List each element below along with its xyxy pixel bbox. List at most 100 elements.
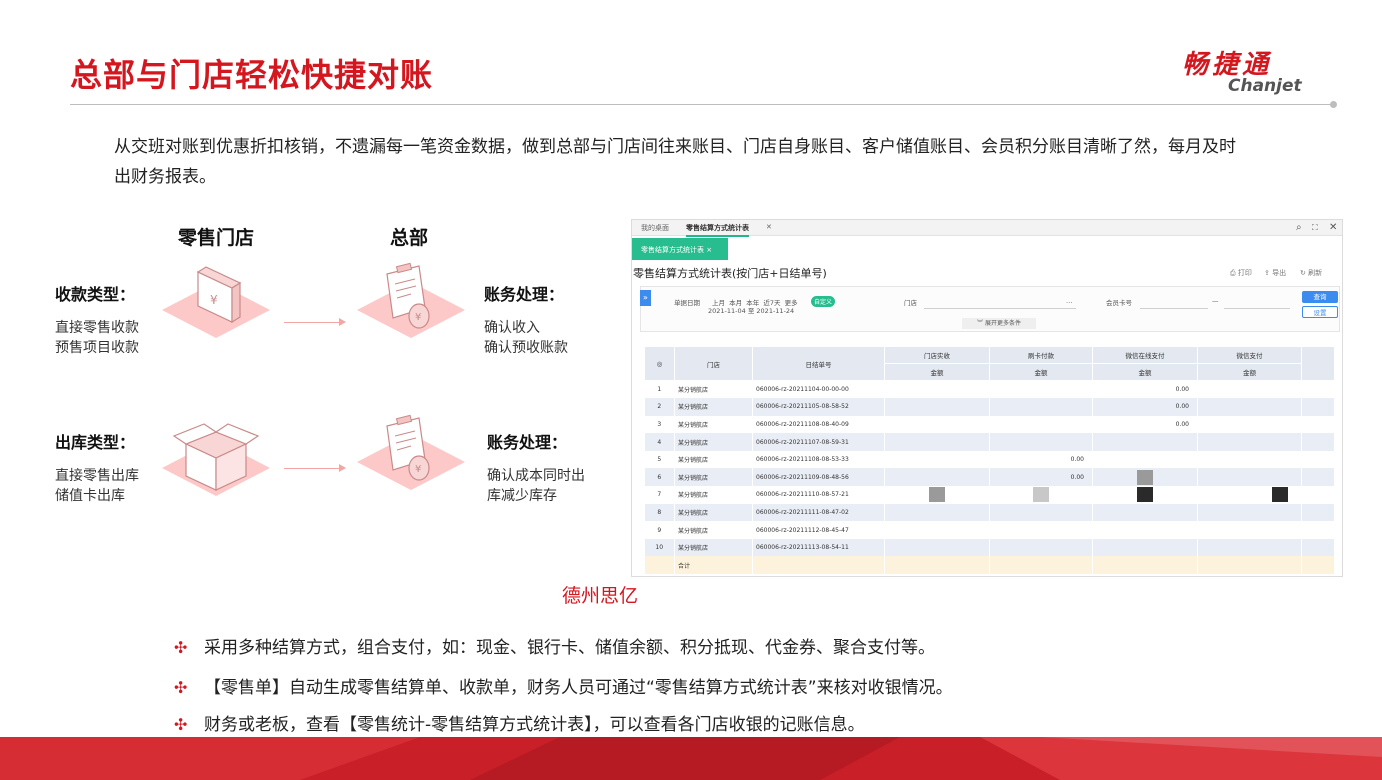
row-amount [884, 503, 990, 522]
member-card-to-input[interactable] [1224, 308, 1290, 309]
col-header-wechat[interactable]: 微信支付 [1197, 346, 1302, 364]
row-no: 6 [644, 468, 675, 487]
intro-paragraph: 从交班对账到优惠折扣核销，不遗漏每一笔资金数据，做到总部与门店间往来账目、门店自… [114, 137, 1236, 187]
table-row[interactable]: 1 某分销航店 060006-rz-20211104-00-00-00 0.00 [645, 381, 1335, 399]
settings-button[interactable]: 设置 [1302, 306, 1338, 318]
row-amount [884, 468, 990, 487]
title-divider [70, 104, 1332, 105]
row-no: 8 [644, 503, 675, 522]
row-amount [884, 538, 990, 557]
row-store: 某分销航店 [674, 538, 753, 557]
table-row[interactable]: 8 某分销航店 060006-rz-20211111-08-47-02 [644, 503, 1335, 522]
row-amount [990, 416, 1093, 434]
table-total-row: 合计 [644, 556, 1335, 575]
row-amount [884, 398, 990, 416]
tab-settlement-report[interactable]: 零售结算方式统计表 [686, 223, 749, 237]
row-code: 060006-rz-20211111-08-47-02 [752, 503, 885, 522]
table-row[interactable]: 4 某分销航店 060006-rz-20211107-08-59-31 [644, 433, 1335, 451]
screenshot-tab-bar: 我的桌面 零售结算方式统计表 ✕ ⌕ ⛶ ✕ [632, 220, 1342, 237]
member-card-label: 会员卡号 [1106, 299, 1132, 307]
row-no: 1 [657, 386, 662, 394]
expand-panel-button[interactable]: » [640, 290, 651, 306]
row-amount [989, 398, 1093, 416]
store-filter-input[interactable] [924, 308, 1076, 309]
accounting-label-2: 账务处理： [487, 433, 568, 452]
table-row[interactable]: 9 某分销航店 060006-rz-20211112-08-45-47 [645, 521, 1335, 539]
list-item: ✣ 采用多种结算方式，组合支付，如：现金、银行卡、储值余额、积分抵现、代金券、聚合… [174, 638, 935, 658]
tab-desktop[interactable]: 我的桌面 [641, 223, 669, 233]
row-no: 3 [657, 420, 662, 428]
row-amount [1092, 538, 1198, 557]
page-title: 总部与门店轻松快捷对账 [70, 56, 434, 94]
report-screenshot: 我的桌面 零售结算方式统计表 ✕ ⌕ ⛶ ✕ 零售结算方式统计表 × 零售结算方… [631, 219, 1343, 577]
row-code: 060006-rz-20211105-08-58-52 [752, 398, 885, 416]
col-header-extra [1301, 346, 1335, 381]
row-amount: 0.00 [1092, 398, 1198, 416]
row-amount [989, 503, 1093, 522]
row-store: 某分销航店 [674, 433, 753, 451]
row-store: 某分销航店 [678, 457, 709, 465]
sub-header-amount: 金额 [884, 363, 990, 381]
search-icon[interactable]: ⌕ [1296, 222, 1302, 233]
flow-arrow-2 [284, 464, 346, 472]
col-header-store[interactable]: 门店 [674, 346, 753, 381]
row-no: 7 [657, 491, 662, 499]
row-amount-masked [1092, 468, 1198, 487]
row-no: 5 [657, 456, 662, 464]
row-amount: 0.00 [1175, 386, 1189, 394]
clipboard-coin-icon: ¥ [357, 262, 465, 338]
table-row[interactable]: 7 某分销航店 060006-rz-20211110-08-57-21 [645, 486, 1335, 504]
col-header-wechat-online[interactable]: 微信在线支付 [1092, 346, 1198, 364]
table-row[interactable]: 2 某分销航店 060006-rz-20211105-08-58-52 0.00 [644, 398, 1335, 416]
row-store: 某分销航店 [678, 492, 709, 500]
row-amount: 0.00 [1070, 456, 1084, 464]
payment-type-text: 直接零售收款 预售项目收款 [55, 320, 139, 356]
print-button[interactable]: ⎙ 打印 [1230, 268, 1252, 278]
report-subtab[interactable]: 零售结算方式统计表 × [632, 238, 728, 260]
open-box-icon [162, 423, 270, 496]
row-amount [885, 381, 990, 399]
tab-close-icon[interactable]: ✕ [766, 223, 772, 231]
row-amount-masked [1198, 486, 1302, 504]
col-header-no[interactable]: ◎ [644, 346, 675, 381]
store-picker-ellipsis[interactable]: … [1066, 297, 1073, 305]
table-row[interactable]: 10 某分销航店 060006-rz-20211113-08-54-11 [644, 538, 1335, 557]
export-button[interactable]: ⇪ 导出 [1264, 268, 1286, 278]
row-amount-masked [1093, 486, 1198, 504]
col-header-code[interactable]: 日结单号 [752, 346, 885, 381]
table-row[interactable]: 5 某分销航店 060006-rz-20211108-08-53-33 0.00 [645, 451, 1335, 469]
custom-date-tag[interactable]: 自定义 [811, 296, 836, 307]
col-header-card[interactable]: 刷卡付款 [989, 346, 1093, 364]
row-amount [884, 433, 990, 451]
row-amount [990, 521, 1093, 539]
payment-type-label: 收款类型： [55, 285, 136, 304]
fullscreen-icon[interactable]: ⛶ [1312, 223, 1318, 233]
close-icon[interactable]: ✕ [1329, 222, 1337, 233]
row-code: 060006-rz-20211104-00-00-00 [756, 386, 849, 394]
store-filter-label: 门店 [904, 299, 917, 307]
list-item: ✣ 财务或老板，查看【零售统计-零售结算方式统计表】，可以查看各门店收银的记账信息… [174, 715, 865, 735]
row-amount: 0.00 [1175, 420, 1189, 428]
row-amount [885, 521, 990, 539]
report-title: 零售结算方式统计表(按门店+日结单号) [633, 267, 827, 280]
col-header-store-received[interactable]: 门店实收 [884, 346, 990, 364]
row-code: 060006-rz-20211112-08-45-47 [756, 526, 849, 534]
accounting-text-2: 确认成本同时出 库减少库存 [487, 468, 585, 504]
row-amount [885, 416, 990, 434]
row-no: 4 [644, 433, 675, 451]
row-no: 2 [644, 398, 675, 416]
row-code: 060006-rz-20211107-08-59-31 [752, 433, 885, 451]
clover-icon: ✣ [174, 678, 188, 697]
member-card-from-input[interactable] [1140, 308, 1208, 309]
more-conditions-toggle[interactable]: ︾ 展开更多条件 [962, 318, 1036, 329]
table-row[interactable]: 3 某分销航店 060006-rz-20211108-08-40-09 0.00 [645, 416, 1335, 434]
row-amount: 0.00 [989, 468, 1093, 487]
row-amount-masked [885, 486, 990, 504]
sub-header-amount: 金额 [1197, 363, 1302, 381]
refresh-button[interactable]: ↻ 刷新 [1300, 268, 1322, 278]
table-row[interactable]: 6 某分销航店 060006-rz-20211109-08-48-56 0.00 [644, 468, 1335, 487]
query-button[interactable]: 查询 [1302, 291, 1338, 303]
date-range-value[interactable]: 2021-11-04 至 2021-11-24 [708, 305, 794, 315]
row-amount [1093, 521, 1198, 539]
row-store: 某分销航店 [678, 421, 709, 429]
